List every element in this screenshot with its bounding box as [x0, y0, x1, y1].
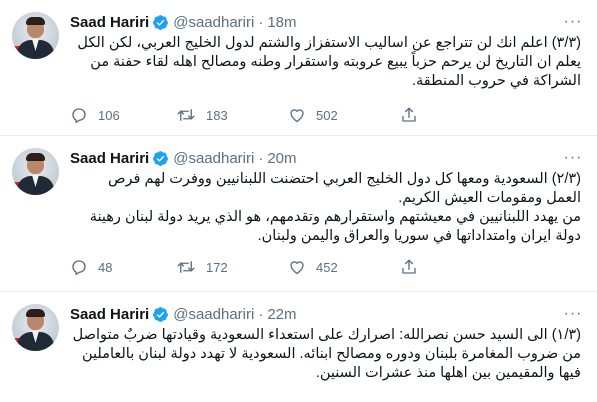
avatar[interactable]: [12, 148, 59, 195]
tweet-paragraph: من يهدد اللبنانيين في معيشتهم واستقرارهم…: [89, 209, 581, 244]
separator-dot: ·: [258, 13, 264, 31]
separator-dot: ·: [258, 149, 264, 167]
avatar[interactable]: [12, 12, 59, 59]
share-icon: [402, 259, 416, 274]
tweet-header: Saad Hariri @saadhariri · 22m: [70, 304, 581, 324]
retweet-button[interactable]: 172: [176, 258, 288, 276]
tweet-actions: 48 172 452: [70, 250, 581, 284]
separator-dot: ·: [258, 305, 264, 323]
reply-icon: [72, 260, 86, 276]
verified-badge-icon: [152, 306, 169, 323]
retweet-icon: [177, 261, 195, 273]
share-button[interactable]: [400, 258, 418, 276]
tweet-paragraph: (٣/٣) اعلم انك لن تتراجع عن اساليب الاست…: [77, 35, 581, 89]
tweet-paragraph: (٢/٣) السعودية ومعها كل دول الخليج العرب…: [108, 171, 581, 206]
reply-button[interactable]: 48: [70, 258, 176, 276]
more-dots-icon[interactable]: ···: [563, 304, 583, 324]
tweet-feed: Saad Hariri @saadhariri · 18m ··· (٣/٣) …: [0, 0, 597, 402]
author-handle[interactable]: @saadhariri: [173, 14, 254, 31]
share-button[interactable]: [400, 106, 418, 124]
author-handle[interactable]: @saadhariri: [173, 150, 254, 167]
reply-count: 106: [98, 107, 120, 123]
author-name[interactable]: Saad Hariri: [70, 14, 149, 31]
author-name[interactable]: Saad Hariri: [70, 150, 149, 167]
share-icon: [402, 107, 416, 122]
tweet[interactable]: Saad Hariri @saadhariri · 22m ··· (١/٣) …: [0, 292, 597, 402]
reply-icon: [72, 108, 86, 124]
reply-count: 48: [98, 259, 113, 275]
more-dots-icon[interactable]: ···: [563, 148, 583, 168]
tweet[interactable]: Saad Hariri @saadhariri · 20m ··· (٢/٣) …: [0, 136, 597, 292]
retweet-count: 183: [206, 107, 228, 123]
more-dots-icon[interactable]: ···: [563, 12, 583, 32]
like-button[interactable]: 452: [288, 258, 400, 276]
tweet-header: Saad Hariri @saadhariri · 20m: [70, 148, 581, 168]
tweet-timestamp[interactable]: 18m: [267, 14, 296, 31]
tweet-text: (٢/٣) السعودية ومعها كل دول الخليج العرب…: [70, 170, 581, 246]
like-count: 502: [316, 107, 338, 123]
avatar[interactable]: [12, 304, 59, 351]
heart-icon: [290, 261, 304, 275]
tweet-timestamp[interactable]: 20m: [267, 150, 296, 167]
author-handle[interactable]: @saadhariri: [173, 306, 254, 323]
retweet-count: 172: [206, 259, 228, 275]
verified-badge-icon: [152, 150, 169, 167]
like-button[interactable]: 502: [288, 106, 400, 124]
verified-badge-icon: [152, 14, 169, 31]
tweet-timestamp[interactable]: 22m: [267, 306, 296, 323]
author-name[interactable]: Saad Hariri: [70, 306, 149, 323]
tweet-actions: 106 183 502: [70, 98, 581, 132]
tweet[interactable]: Saad Hariri @saadhariri · 18m ··· (٣/٣) …: [0, 0, 597, 136]
tweet-paragraph: (١/٣) الى السيد حسن نصرالله: اصرارك على …: [72, 327, 581, 381]
like-count: 452: [316, 259, 338, 275]
heart-icon: [290, 109, 304, 123]
tweet-text: (١/٣) الى السيد حسن نصرالله: اصرارك على …: [70, 326, 581, 383]
reply-button[interactable]: 106: [70, 106, 176, 124]
tweet-text: (٣/٣) اعلم انك لن تتراجع عن اساليب الاست…: [70, 34, 581, 91]
retweet-button[interactable]: 183: [176, 106, 288, 124]
tweet-header: Saad Hariri @saadhariri · 18m: [70, 12, 581, 32]
retweet-icon: [177, 109, 195, 121]
